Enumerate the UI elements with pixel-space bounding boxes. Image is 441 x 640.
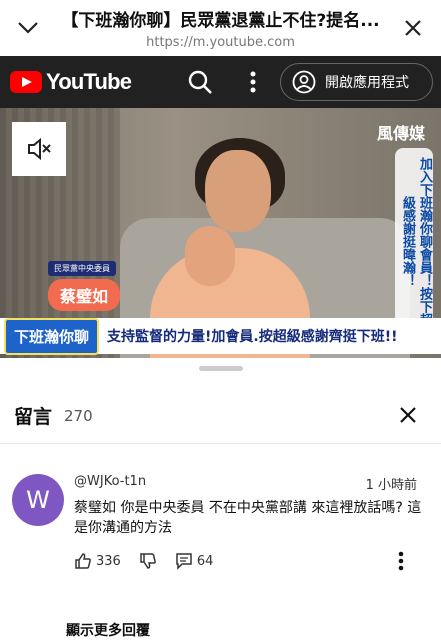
- close-icon[interactable]: [385, 0, 441, 56]
- name-role: 民眾黨中央委員: [48, 261, 116, 276]
- avatar[interactable]: W: [12, 474, 64, 526]
- lower-banner: 下班瀚你聊 支持監督的力量!加會員.按超級感謝齊挺下班!!: [0, 317, 441, 355]
- name-label: 蔡璧如: [48, 279, 121, 311]
- comment-time: 1 小時前: [365, 478, 417, 493]
- page-info: 【下班瀚你聊】民眾黨退黨止不住?提名... https://m.youtube.…: [56, 6, 385, 50]
- like-button[interactable]: 336: [74, 552, 121, 570]
- dislike-button[interactable]: [139, 552, 157, 570]
- mute-icon: [28, 137, 51, 161]
- unmute-button[interactable]: [12, 122, 66, 176]
- more-vert-icon[interactable]: [397, 550, 405, 572]
- youtube-logo-text: YouTube: [46, 69, 132, 94]
- reply-button[interactable]: 64: [175, 552, 214, 570]
- open-app-label: 開啟應用程式: [325, 75, 409, 91]
- comments-header: 留言 270: [0, 388, 441, 444]
- name-tag: 民眾黨中央委員 蔡璧如: [48, 256, 121, 311]
- youtube-play-icon: [10, 71, 42, 93]
- search-icon[interactable]: [186, 68, 214, 96]
- youtube-logo[interactable]: YouTube: [10, 69, 132, 95]
- video-person-hands: [185, 226, 235, 286]
- account-icon: [292, 70, 316, 94]
- banner-text: 支持監督的力量!加會員.按超級感謝齊挺下班!!: [107, 329, 398, 345]
- comment-icon: [176, 553, 192, 570]
- video-person-face: [205, 150, 271, 232]
- video-player[interactable]: 風傳媒 加入下班瀚你聊會員！按下超級感謝挺暐瀚！ 民眾黨中央委員 蔡璧如 下班瀚…: [0, 108, 441, 358]
- drag-handle[interactable]: [199, 366, 243, 371]
- page-url: https://m.youtube.com: [146, 35, 295, 50]
- reply-count: 64: [196, 553, 214, 569]
- comments-panel: 留言 270 W @WJKo-t1n 1 小時前 蔡璧如 你是中央委員 不在中央…: [0, 358, 441, 640]
- like-count: 336: [96, 553, 121, 569]
- youtube-topbar: YouTube 開啟應用程式: [0, 56, 441, 108]
- comment-text: 蔡璧如 你是中央委員 不在中央黨部講 來這裡放話嗎? 這是你溝通的方法: [74, 500, 422, 536]
- show-badge: 下班瀚你聊: [4, 317, 100, 355]
- channel-watermark: 風傳媒: [376, 124, 425, 143]
- comments-count: 270: [64, 406, 93, 425]
- comments-title: 留言: [14, 406, 53, 428]
- side-promo: 加入下班瀚你聊會員！按下超級感謝挺暐瀚！: [395, 148, 433, 328]
- comment-actions: 336 64: [74, 552, 231, 570]
- close-icon[interactable]: [399, 406, 417, 428]
- thumb-down-icon: [140, 553, 156, 569]
- more-vert-icon[interactable]: [243, 68, 263, 96]
- browser-header: 【下班瀚你聊】民眾黨退黨止不住?提名... https://m.youtube.…: [0, 0, 441, 56]
- open-app-button[interactable]: 開啟應用程式: [280, 63, 433, 101]
- chevron-down-icon[interactable]: [0, 0, 56, 56]
- thumb-up-icon: [75, 553, 91, 569]
- page-title: 【下班瀚你聊】民眾黨退黨止不住?提名...: [61, 11, 380, 31]
- comment-author[interactable]: @WJKo-t1n: [74, 474, 146, 489]
- show-more-replies-button[interactable]: 顯示更多回覆: [66, 620, 150, 640]
